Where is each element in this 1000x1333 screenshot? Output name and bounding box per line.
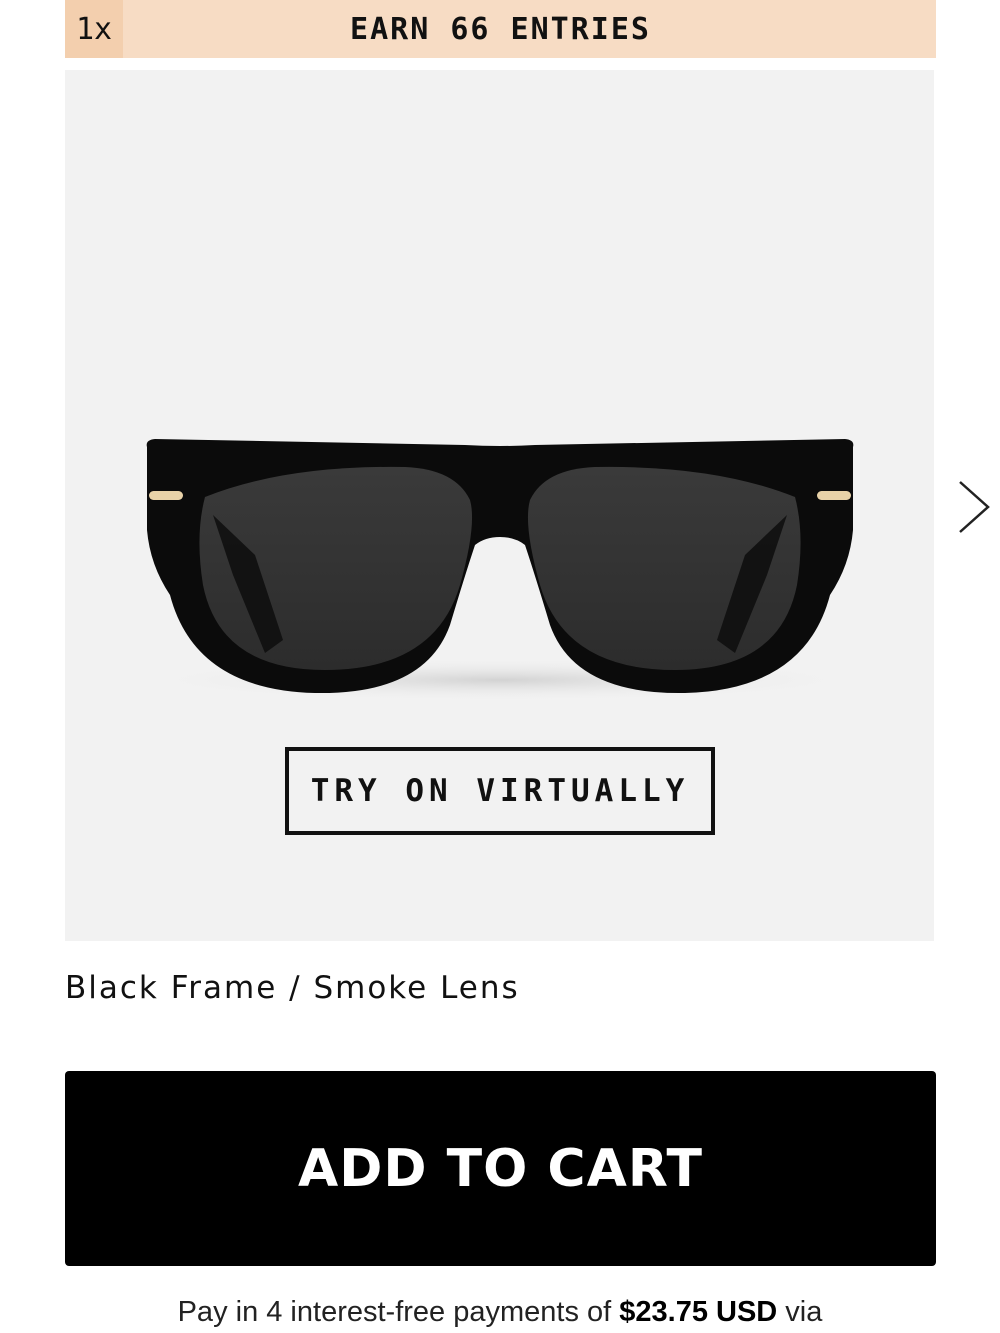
- add-to-cart-button[interactable]: ADD TO CART: [65, 1071, 936, 1266]
- product-page: 1x EARN 66 ENTRIES TRY ON VIRTUALLY Blac…: [0, 0, 1000, 1333]
- promo-banner: 1x EARN 66 ENTRIES: [65, 0, 936, 58]
- chevron-right-icon[interactable]: [956, 478, 992, 536]
- installments-prefix: Pay in 4 interest-free payments of: [177, 1296, 620, 1328]
- try-on-virtually-button[interactable]: TRY ON VIRTUALLY: [285, 747, 715, 835]
- product-image-gallery[interactable]: TRY ON VIRTUALLY: [65, 70, 934, 941]
- promo-text: EARN 66 ENTRIES: [350, 11, 651, 47]
- installments-suffix: via: [777, 1296, 823, 1328]
- variant-label: Black Frame / Smoke Lens: [65, 970, 520, 1006]
- installments-text: Pay in 4 interest-free payments of $23.7…: [0, 1296, 1000, 1329]
- promo-multiplier: 1x: [65, 0, 123, 58]
- sunglasses-image: [130, 439, 870, 702]
- installment-amount: $23.75 USD: [619, 1296, 778, 1328]
